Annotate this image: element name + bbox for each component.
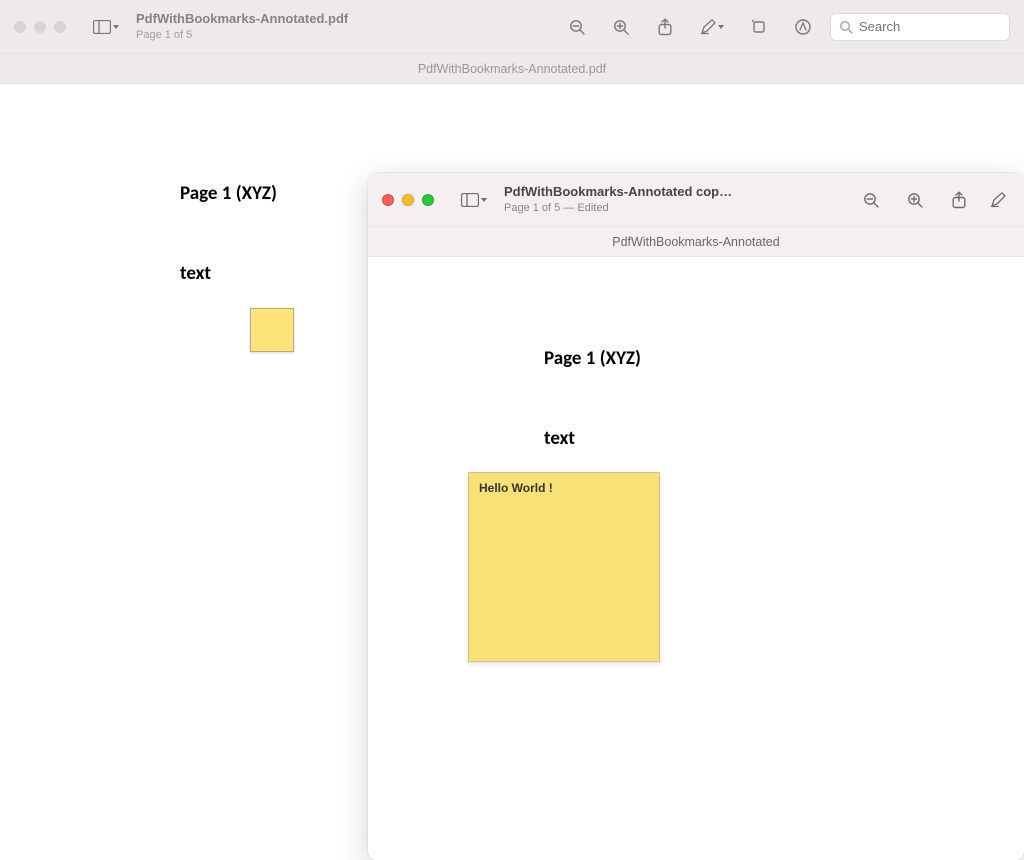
markup-pencil-icon — [700, 19, 716, 35]
share-button[interactable] — [942, 185, 976, 215]
close-dot[interactable] — [382, 194, 394, 206]
chevron-down-icon — [718, 25, 724, 29]
doc-text: text — [180, 262, 211, 285]
markup-button[interactable] — [692, 12, 732, 42]
sidebar-icon — [461, 193, 479, 207]
subheader-filename: PdfWithBookmarks-Annotated — [368, 227, 1024, 257]
zoom-dot[interactable] — [422, 194, 434, 206]
window-traffic-lights[interactable] — [14, 21, 66, 33]
doc-text: text — [544, 427, 575, 450]
document-viewport[interactable]: Page 1 (XYZ) text Hello World ! — [368, 257, 1024, 860]
share-icon — [657, 18, 673, 36]
zoom-out-icon — [568, 18, 586, 36]
window-traffic-lights[interactable] — [382, 194, 434, 206]
chevron-down-icon — [481, 198, 487, 202]
sticky-note-annotation[interactable] — [250, 308, 294, 352]
zoom-out-icon — [862, 191, 880, 209]
minimize-dot-inactive[interactable] — [34, 21, 46, 33]
sidebar-toggle-button[interactable] — [86, 12, 126, 42]
markup-button[interactable] — [986, 185, 1010, 215]
zoom-out-button[interactable] — [854, 185, 888, 215]
foreground-preview-window: PdfWithBookmarks-Annotated copy.... Page… — [368, 173, 1024, 860]
zoom-dot-inactive[interactable] — [54, 21, 66, 33]
search-icon — [839, 20, 853, 34]
sidebar-icon — [93, 20, 111, 34]
annotate-pen-icon — [794, 18, 812, 36]
search-field[interactable] — [830, 13, 1010, 41]
zoom-in-icon — [906, 191, 924, 209]
zoom-in-button[interactable] — [604, 12, 638, 42]
toolbar: PdfWithBookmarks-Annotated.pdf Page 1 of… — [0, 0, 1024, 54]
minimize-dot[interactable] — [402, 194, 414, 206]
chevron-down-icon — [113, 25, 119, 29]
zoom-out-button[interactable] — [560, 12, 594, 42]
doc-heading: Page 1 (XYZ) — [544, 347, 641, 370]
title-block: PdfWithBookmarks-Annotated.pdf Page 1 of… — [136, 12, 348, 40]
doc-heading: Page 1 (XYZ) — [180, 182, 277, 205]
subheader-filename: PdfWithBookmarks-Annotated.pdf — [0, 54, 1024, 84]
sidebar-toggle-button[interactable] — [454, 185, 494, 215]
document-title: PdfWithBookmarks-Annotated copy.... — [504, 185, 734, 199]
rotate-icon — [751, 19, 767, 35]
close-dot-inactive[interactable] — [14, 21, 26, 33]
document-title: PdfWithBookmarks-Annotated.pdf — [136, 12, 348, 26]
zoom-in-button[interactable] — [898, 185, 932, 215]
page-indicator: Page 1 of 5 — Edited — [504, 202, 734, 214]
title-block: PdfWithBookmarks-Annotated copy.... Page… — [504, 185, 734, 213]
sticky-note-text: Hello World ! — [479, 481, 553, 495]
search-input[interactable] — [859, 19, 1001, 34]
zoom-in-icon — [612, 18, 630, 36]
markup-pencil-icon — [990, 192, 1006, 208]
rotate-button[interactable] — [742, 12, 776, 42]
share-button[interactable] — [648, 12, 682, 42]
page-indicator: Page 1 of 5 — [136, 29, 348, 41]
toolbar: PdfWithBookmarks-Annotated copy.... Page… — [368, 173, 1024, 227]
annotate-button[interactable] — [786, 12, 820, 42]
sticky-note-annotation-expanded[interactable]: Hello World ! — [468, 472, 660, 662]
share-icon — [951, 191, 967, 209]
